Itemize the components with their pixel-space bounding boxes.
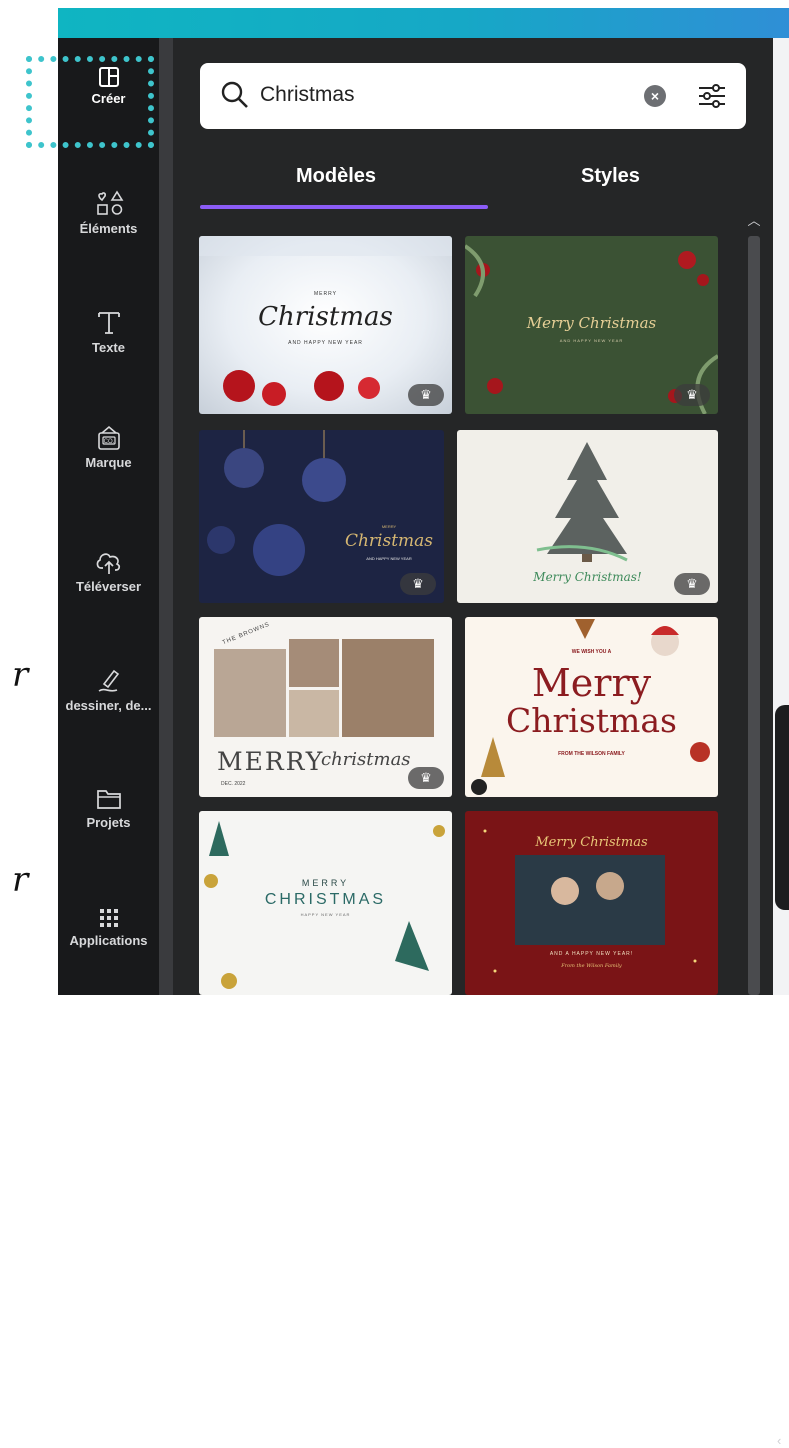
card-script-text: Merry Christmas — [535, 835, 648, 850]
search-bar[interactable]: Christmas × — [200, 63, 746, 129]
top-bar — [58, 8, 789, 38]
card-date: DEC. 2022 — [221, 781, 246, 787]
card-subtitle: FROM THE WILSON FAMILY — [558, 751, 625, 757]
tab-bar: Modèles Styles — [200, 165, 746, 215]
card-script-text: Christmas — [344, 531, 434, 551]
sidebar-item-label: Texte — [92, 340, 125, 355]
card-small-text: MERRY — [314, 291, 337, 297]
text-T-icon — [97, 312, 120, 334]
margin-mark: r — [12, 655, 29, 695]
filter-sliders-icon[interactable] — [696, 80, 728, 112]
scrollbar[interactable]: ︿ — [746, 210, 762, 995]
active-tab-indicator — [200, 205, 488, 209]
tab-modeles[interactable]: Modèles — [296, 165, 376, 188]
search-icon — [221, 81, 248, 108]
card-big-text: CHRISTMAS — [264, 891, 387, 908]
sidebar-item-elements[interactable]: Éléments — [58, 188, 159, 236]
sidebar-item-apps[interactable]: Applications — [58, 906, 159, 948]
sidebar-divider — [159, 38, 173, 995]
template-card[interactable]: MERRY Christmas AND HAPPY NEW YEAR ♛ — [199, 430, 444, 603]
sidebar-item-text[interactable]: Texte — [58, 309, 159, 355]
premium-crown-icon: ♛ — [408, 384, 444, 406]
template-card[interactable]: Merry Christmas AND HAPPY NEW YEAR ♛ — [465, 236, 718, 414]
shapes-icon — [96, 190, 123, 215]
template-card[interactable]: MERRY Christmas AND HAPPY NEW YEAR ♛ — [199, 236, 452, 414]
card-subtitle: AND HAPPY NEW YEAR — [559, 338, 624, 343]
card-small-text: WE WISH YOU A — [571, 649, 612, 655]
card-signature: From the Wilson Family — [561, 963, 622, 969]
sidebar-item-label: Éléments — [79, 221, 138, 236]
card-big-text: MERRY — [217, 747, 325, 776]
sidebar-item-label: Marque — [85, 455, 132, 470]
search-input[interactable]: Christmas — [260, 83, 355, 107]
folder-icon — [96, 790, 121, 809]
card-big-text: Merry — [531, 661, 652, 705]
sidebar-item-label: Applications — [69, 933, 148, 948]
scrollbar-thumb[interactable] — [748, 236, 760, 995]
canvas-edge: ‹ — [773, 38, 789, 1448]
card-script-text: christmas — [321, 749, 411, 770]
card-subtitle: AND HAPPY NEW YEAR — [366, 556, 412, 561]
sidebar-item-label: Projets — [86, 815, 131, 830]
focus-highlight — [26, 56, 154, 148]
sidebar — [58, 38, 159, 995]
cloud-upload-icon — [96, 553, 120, 574]
sidebar-item-upload[interactable]: Téléverser — [58, 548, 159, 594]
sidebar-item-brand[interactable]: CO. Marque — [58, 424, 159, 470]
premium-crown-icon: ♛ — [408, 767, 444, 789]
clear-icon[interactable]: × — [644, 85, 666, 107]
sidebar-item-label: dessiner, de... — [65, 698, 152, 713]
card-subtitle: HAPPY NEW YEAR — [300, 912, 351, 917]
template-card[interactable]: MERRY CHRISTMAS HAPPY NEW YEAR — [199, 811, 452, 995]
card-script-text: Christmas — [258, 302, 393, 332]
template-card[interactable]: THE BROWNS MERRY christmas DEC. 2022 ♛ — [199, 617, 452, 797]
card-subtitle: AND HAPPY NEW YEAR — [288, 340, 363, 346]
template-card[interactable]: Merry Christmas! ♛ — [457, 430, 718, 603]
chevron-left-icon: ‹ — [777, 1433, 782, 1448]
card-small-text: MERRY — [381, 524, 397, 529]
svg-text:CO.: CO. — [103, 439, 114, 445]
collapse-panel-handle[interactable]: ‹ — [775, 705, 789, 1448]
sidebar-item-label: Téléverser — [75, 579, 142, 594]
sidebar-item-draw[interactable]: dessiner, de... — [58, 667, 159, 713]
apps-grid-icon — [99, 909, 118, 927]
card-script-text: Merry Christmas — [526, 314, 657, 332]
card-big-text: Christmas — [506, 701, 677, 740]
chevron-up-icon[interactable]: ︿ — [746, 210, 762, 234]
premium-crown-icon: ♛ — [674, 573, 710, 595]
tab-styles[interactable]: Styles — [581, 165, 640, 188]
premium-crown-icon: ♛ — [400, 573, 436, 595]
margin-mark: r — [12, 860, 29, 900]
sidebar-item-projects[interactable]: Projets — [58, 786, 159, 830]
template-card[interactable]: WE WISH YOU A Merry Christmas FROM THE W… — [465, 617, 718, 797]
card-subtitle: AND A HAPPY NEW YEAR! — [549, 951, 634, 957]
draw-pen-icon — [98, 669, 119, 692]
brand-kit-icon: CO. — [97, 425, 120, 450]
card-small-text: MERRY — [301, 878, 350, 888]
premium-crown-icon: ♛ — [674, 384, 710, 406]
template-card[interactable]: Merry Christmas AND A HAPPY NEW YEAR! Fr… — [465, 811, 718, 995]
